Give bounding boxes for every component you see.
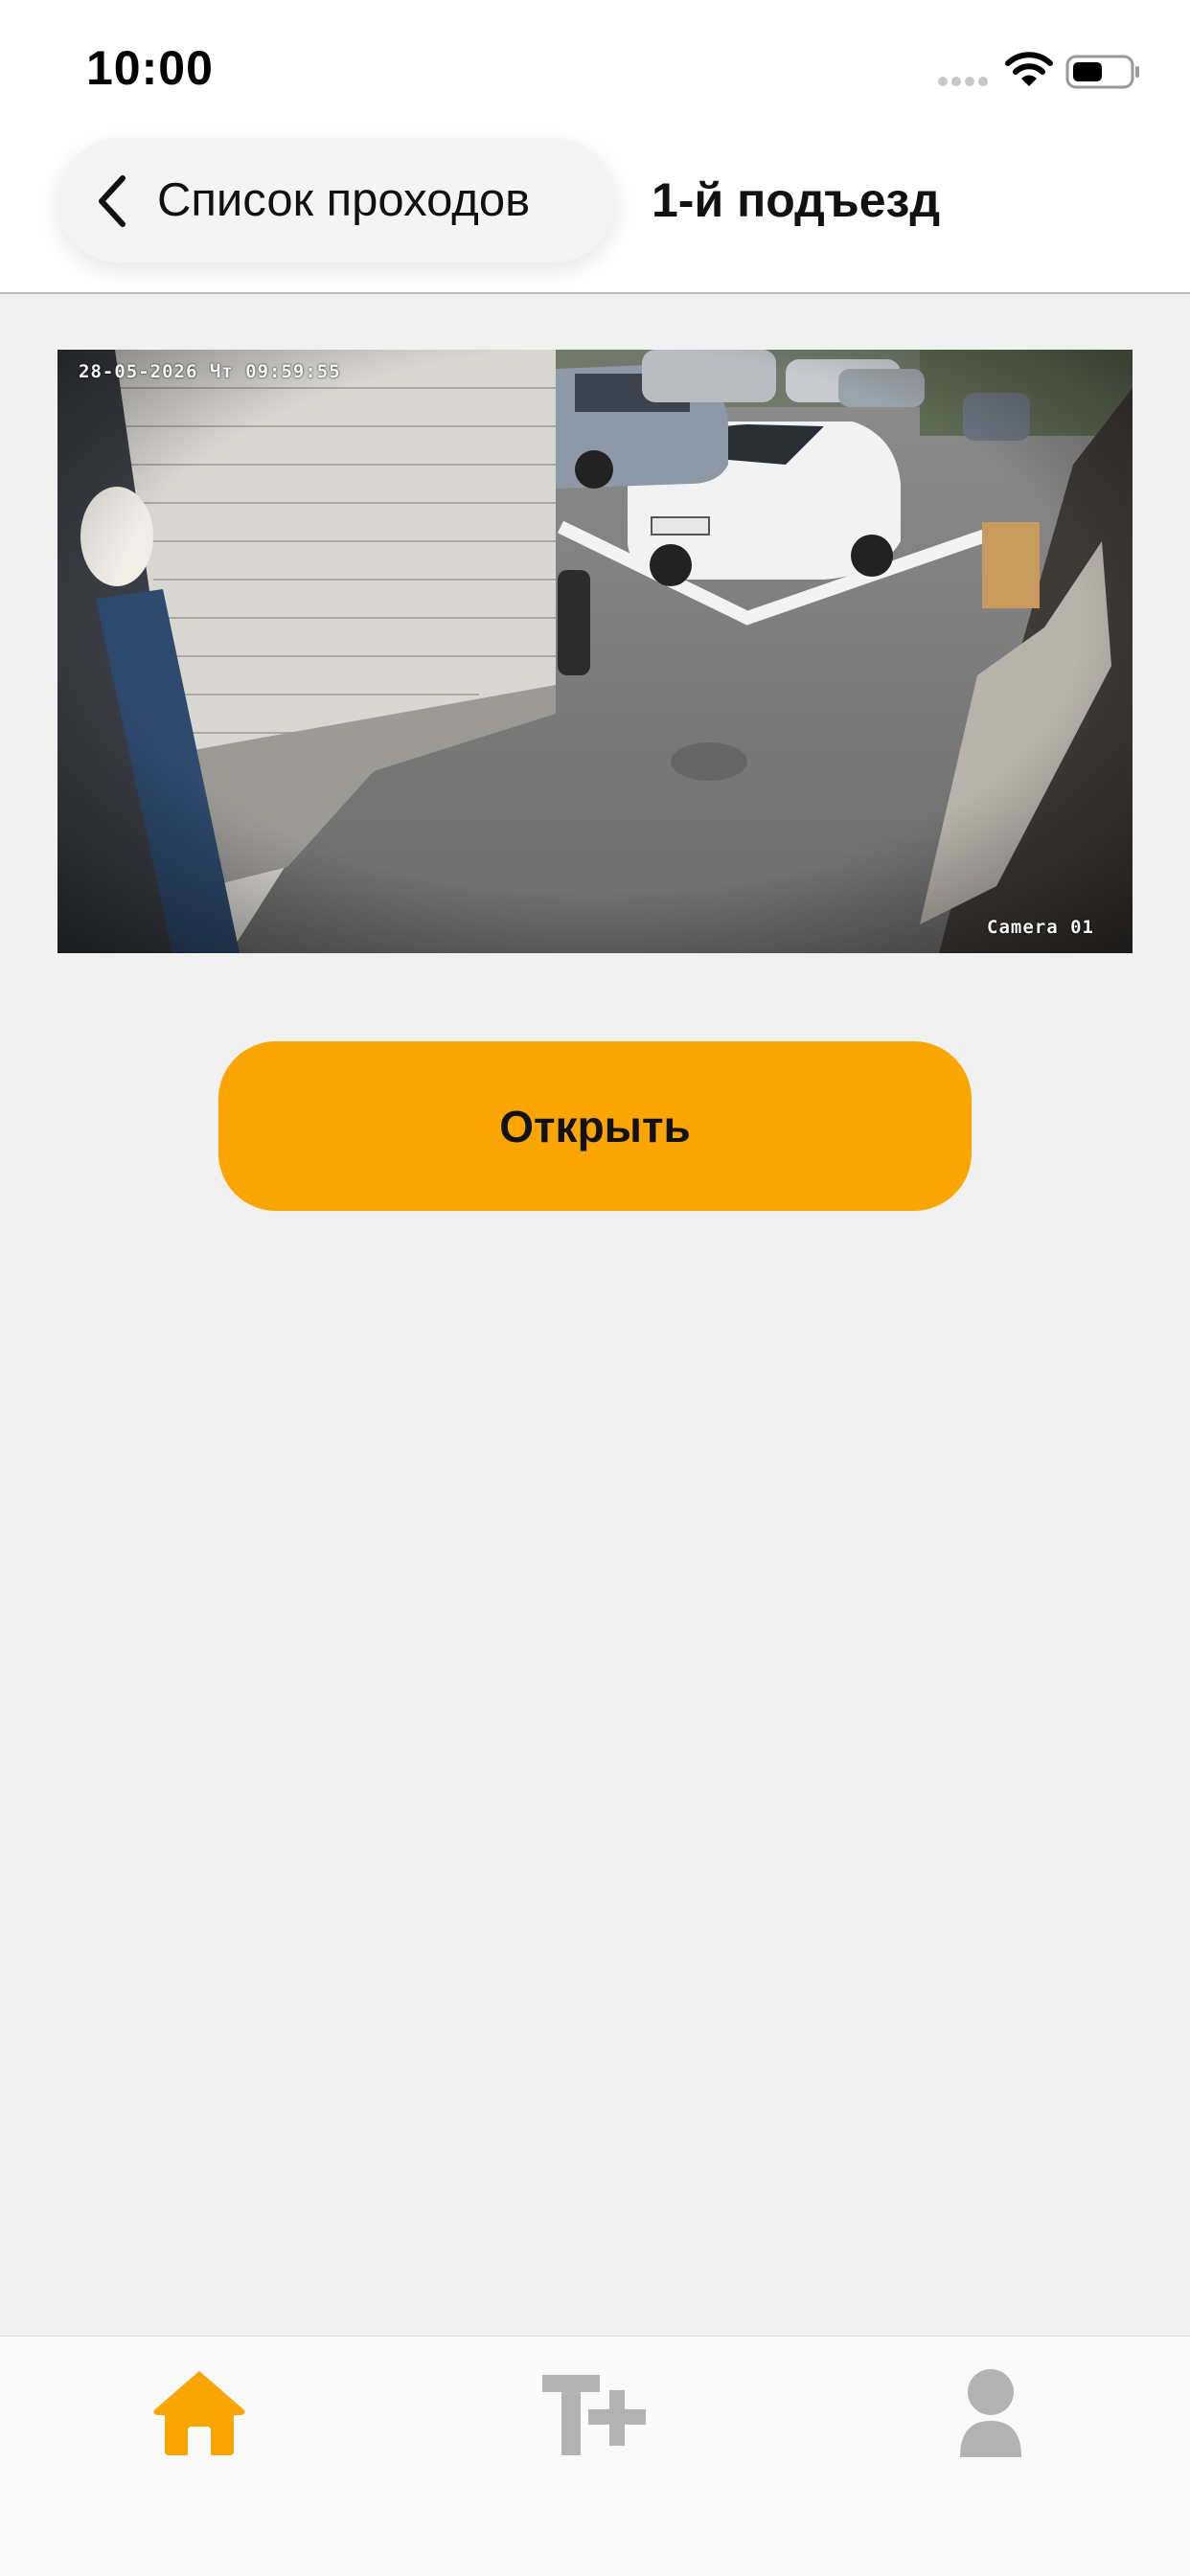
battery-icon xyxy=(1065,55,1139,89)
tab-bar xyxy=(0,2336,1190,2576)
back-button-label: Список проходов xyxy=(157,174,531,226)
t-plus-icon xyxy=(542,2375,646,2455)
tab-home[interactable] xyxy=(142,2358,257,2463)
tab-t-plus[interactable] xyxy=(537,2358,652,2463)
wifi-icon xyxy=(1005,52,1053,86)
profile-icon xyxy=(960,2369,1021,2457)
camera-snapshot-image xyxy=(57,350,1133,953)
tab-profile[interactable] xyxy=(933,2358,1048,2463)
cellular-signal-icon xyxy=(938,77,988,86)
page-title: 1-й подъезд xyxy=(652,173,941,227)
camera-timestamp: 28-05-2026 Чт 09:59:55 xyxy=(79,361,341,382)
back-button[interactable]: Список проходов xyxy=(57,138,616,262)
status-bar: 10:00 xyxy=(0,0,1190,144)
header: 10:00 Список проходов 1-й подъезд xyxy=(0,0,1190,294)
chevron-left-icon xyxy=(99,175,126,227)
camera-feed[interactable]: 28-05-2026 Чт 09:59:55 Camera 01 xyxy=(57,350,1133,953)
home-icon xyxy=(153,2371,245,2455)
open-door-button[interactable]: Открыть xyxy=(218,1041,972,1211)
camera-label: Camera 01 xyxy=(987,917,1094,938)
status-time: 10:00 xyxy=(86,41,214,95)
